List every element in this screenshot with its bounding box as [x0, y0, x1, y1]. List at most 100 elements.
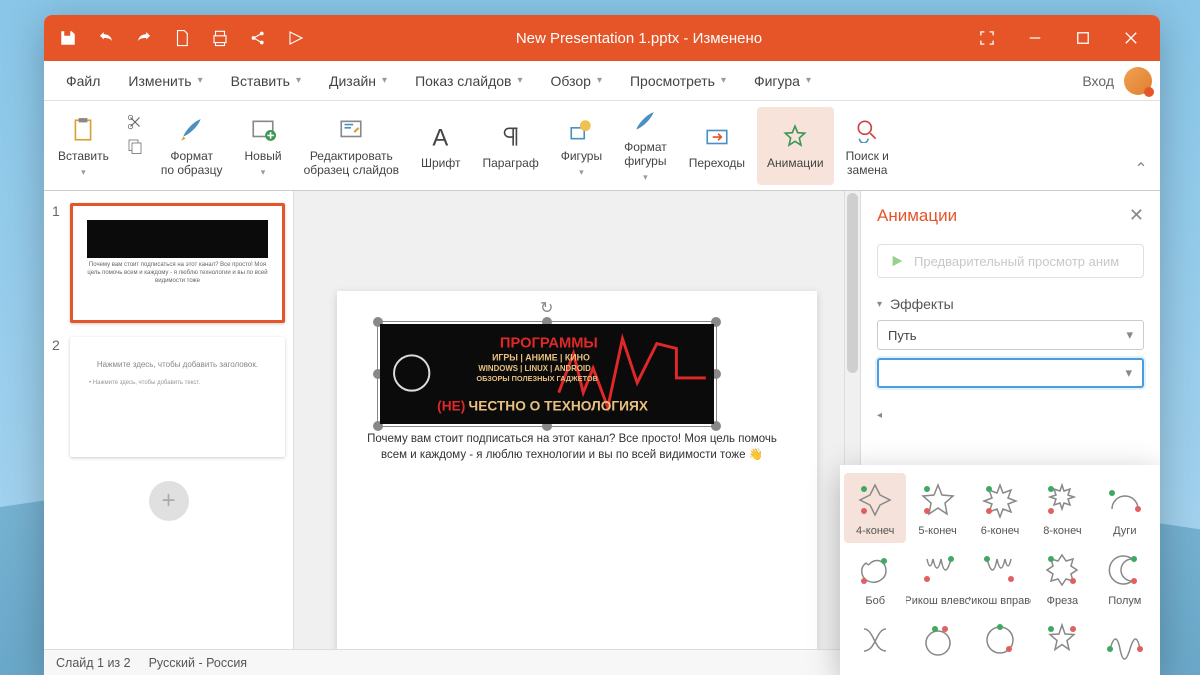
svg-text:ЧЕСТНО О ТЕХНОЛОГИЯХ: ЧЕСТНО О ТЕХНОЛОГИЯХ — [469, 398, 649, 413]
maximize-icon[interactable] — [1060, 15, 1106, 61]
share-icon[interactable] — [240, 20, 276, 56]
svg-text:ОБЗОРЫ ПОЛЕЗНЫХ ГАДЖЕТОВ: ОБЗОРЫ ПОЛЕЗНЫХ ГАДЖЕТОВ — [476, 374, 597, 383]
effect-buzzsaw[interactable]: Фреза — [1031, 543, 1093, 613]
avatar[interactable] — [1124, 67, 1152, 95]
titlebar: New Presentation 1.pptx - Изменено — [44, 15, 1160, 61]
effect-bounce-left[interactable]: Рикош влево — [906, 543, 968, 613]
slide-thumb-2[interactable]: 2 Нажмите здесь, чтобы добавить заголово… — [52, 337, 285, 457]
effect-item[interactable] — [844, 613, 906, 667]
effect-bean[interactable]: Боб — [844, 543, 906, 613]
master-slide-icon — [336, 115, 366, 145]
document-icon[interactable] — [164, 20, 200, 56]
slide-list: 1 Почему вам стоит подписаться на этот к… — [44, 191, 294, 649]
ribbon-paste[interactable]: Вставить▾ — [48, 107, 119, 185]
chevron-down-icon: ▾ — [382, 75, 387, 86]
menu-design[interactable]: Дизайн▾ — [315, 61, 401, 100]
collapsed-section[interactable]: ◂ — [877, 410, 1144, 421]
effect-5-point-star[interactable]: 5-конеч — [906, 473, 968, 543]
presentation-icon[interactable] — [278, 20, 314, 56]
canvas-area[interactable]: ↻ ПРОГРАММЫ ИГР — [294, 191, 860, 649]
redo-icon[interactable] — [126, 20, 162, 56]
rotate-handle-icon[interactable]: ↻ — [540, 298, 554, 312]
print-icon[interactable] — [202, 20, 238, 56]
effect-item[interactable] — [969, 613, 1031, 667]
slide-thumb-1[interactable]: 1 Почему вам стоит подписаться на этот к… — [52, 203, 285, 323]
close-panel-icon[interactable]: ✕ — [1129, 205, 1144, 226]
menu-slideshow[interactable]: Показ слайдов▾ — [401, 61, 536, 100]
ribbon-animations[interactable]: Анимации — [757, 107, 834, 185]
chevron-down-icon: ▾ — [296, 75, 301, 86]
menu-shape[interactable]: Фигура▾ — [740, 61, 825, 100]
undo-icon[interactable] — [88, 20, 124, 56]
chevron-down-icon: ▾ — [877, 299, 882, 310]
effect-grid-popup: 4-конеч 5-конеч 6-конеч 8-конеч Дуги Боб — [840, 465, 1160, 675]
copy-icon[interactable] — [121, 135, 149, 157]
close-icon[interactable] — [1108, 15, 1154, 61]
window-title: New Presentation 1.pptx - Изменено — [314, 30, 964, 47]
ribbon-find-replace[interactable]: Поиск и замена — [836, 107, 899, 185]
slide-caption[interactable]: Почему вам стоит подписаться на этот кан… — [367, 431, 777, 463]
effect-crescent[interactable]: Полум — [1094, 543, 1156, 613]
slide-canvas[interactable]: ↻ ПРОГРАММЫ ИГР — [337, 291, 817, 649]
minimize-icon[interactable] — [1012, 15, 1058, 61]
ribbon-transitions[interactable]: Переходы — [679, 107, 755, 185]
effect-bounce-right[interactable]: Рикош вправо — [969, 543, 1031, 613]
svg-text:(НЕ): (НЕ) — [437, 398, 465, 413]
ribbon-edit-master[interactable]: Редактировать образец слайдов — [294, 107, 409, 185]
paragraph-icon — [496, 122, 526, 152]
chevron-down-icon: ▾ — [721, 75, 726, 86]
svg-text:A: A — [432, 125, 448, 150]
ribbon-font[interactable]: A Шрифт — [411, 107, 470, 185]
ribbon-paragraph[interactable]: Параграф — [472, 107, 548, 185]
play-icon — [890, 254, 904, 268]
effect-item[interactable] — [1031, 613, 1093, 667]
selected-image[interactable]: ↻ ПРОГРАММЫ ИГР — [377, 321, 717, 427]
find-replace-icon — [852, 115, 882, 145]
banner-image: ПРОГРАММЫ ИГРЫ | АНИМЕ | КИНО WINDOWS | … — [380, 324, 714, 424]
ribbon: Вставить▾ Формат по образцу Новый▾ Редак… — [44, 101, 1160, 191]
clipboard-icon — [68, 115, 98, 145]
chevron-down-icon: ▾ — [597, 75, 602, 86]
banner-title: ПРОГРАММЫ — [500, 336, 598, 352]
menu-view[interactable]: Просмотреть▾ — [616, 61, 740, 100]
font-icon: A — [426, 122, 456, 152]
animations-icon — [780, 122, 810, 152]
transitions-icon — [702, 122, 732, 152]
preview-animation-button[interactable]: Предварительный просмотр аним — [877, 244, 1144, 278]
menubar: Файл Изменить▾ Вставить▾ Дизайн▾ Показ с… — [44, 61, 1160, 101]
ribbon-format-painter[interactable]: Формат по образцу — [151, 107, 233, 185]
cut-icon[interactable] — [121, 111, 149, 133]
ribbon-shapes[interactable]: Фигуры▾ — [551, 107, 612, 185]
effects-section-header[interactable]: ▾Эффекты — [877, 296, 1144, 312]
effect-category-select[interactable]: Путь▾ — [877, 320, 1144, 350]
new-slide-icon — [248, 115, 278, 145]
effect-shape-select[interactable]: ▾ — [877, 358, 1144, 388]
menu-insert[interactable]: Вставить▾ — [217, 61, 315, 100]
chevron-down-icon: ▾ — [1126, 327, 1133, 343]
svg-text:WINDOWS | LINUX | ANDROID: WINDOWS | LINUX | ANDROID — [478, 364, 591, 373]
ribbon-shape-format[interactable]: Формат фигуры▾ — [614, 107, 677, 185]
menu-edit[interactable]: Изменить▾ — [114, 61, 216, 100]
fullscreen-icon[interactable] — [964, 15, 1010, 61]
panel-title: Анимации — [877, 206, 957, 226]
effect-arcs[interactable]: Дуги — [1094, 473, 1156, 543]
save-icon[interactable] — [50, 20, 86, 56]
chevron-down-icon: ▾ — [517, 75, 522, 86]
brush-icon — [177, 115, 207, 145]
chevron-down-icon: ▾ — [198, 75, 203, 86]
status-language: Русский - Россия — [149, 656, 247, 670]
effect-item[interactable] — [1094, 613, 1156, 667]
menu-file[interactable]: Файл — [52, 61, 114, 100]
login-link[interactable]: Вход — [1072, 73, 1124, 89]
ribbon-collapse-icon[interactable]: ⌃ — [1126, 154, 1156, 184]
add-slide-button[interactable]: + — [149, 481, 189, 521]
ribbon-new-slide[interactable]: Новый▾ — [235, 107, 292, 185]
chevron-left-icon: ◂ — [877, 410, 882, 421]
effect-4-point-star[interactable]: 4-конеч — [844, 473, 906, 543]
effect-6-point-star[interactable]: 6-конеч — [969, 473, 1031, 543]
shape-format-icon — [630, 109, 660, 136]
effect-item[interactable] — [906, 613, 968, 667]
menu-review[interactable]: Обзор▾ — [537, 61, 616, 100]
effect-8-point-star[interactable]: 8-конеч — [1031, 473, 1093, 543]
app-window: New Presentation 1.pptx - Изменено Файл … — [44, 15, 1160, 675]
